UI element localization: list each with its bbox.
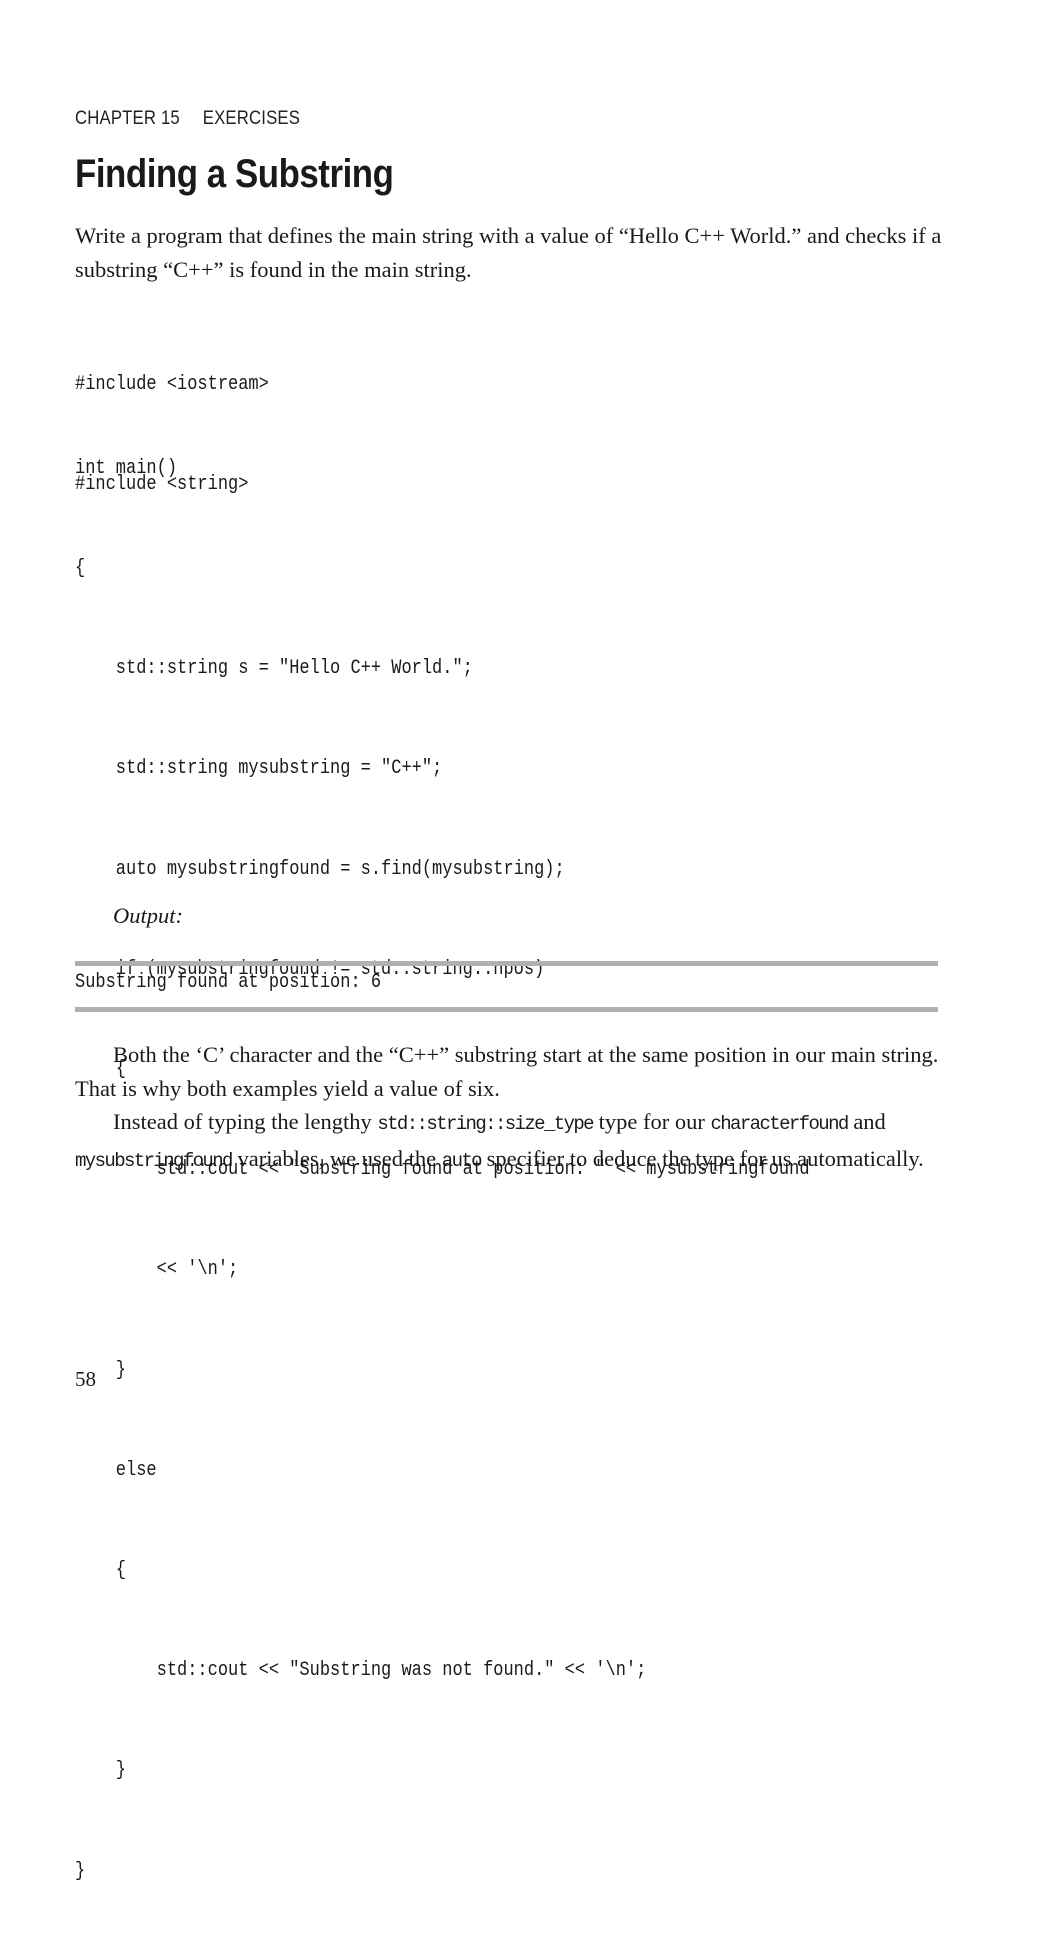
code-line: std::string mysubstring = "C++";: [75, 757, 443, 781]
code-line: std::cout << "Substring was not found." …: [75, 1659, 647, 1683]
code-line: std::string s = "Hello C++ World.";: [75, 657, 473, 681]
explanation-paragraph-1: Both the ‘C’ character and the “C++” sub…: [75, 1042, 939, 1101]
text-run: and: [847, 1109, 886, 1134]
code-line: {: [75, 1559, 127, 1583]
text-run: type for our: [592, 1109, 711, 1134]
inline-code: std::string::size_type: [377, 1113, 594, 1135]
inline-code: auto: [441, 1149, 483, 1172]
code-line: else: [75, 1458, 157, 1482]
code-line: }: [75, 1759, 127, 1783]
intro-paragraph: Write a program that defines the main st…: [75, 223, 942, 282]
code-line: << '\n';: [75, 1258, 239, 1282]
output-bottom-rule: [75, 1007, 938, 1012]
text-run: variables, we used the: [231, 1145, 442, 1171]
code-line: auto mysubstringfound = s.find(mysubstri…: [75, 857, 565, 881]
code-line: int main(): [75, 456, 178, 480]
text-run: specifier to deduce the type for us auto…: [481, 1145, 924, 1171]
page-number: 58: [75, 1367, 96, 1391]
section-label: EXERCISES: [202, 108, 301, 129]
code-line: }: [75, 1358, 127, 1382]
code-line: {: [75, 557, 86, 581]
book-page: CHAPTER 15 EXERCISES Finding a Substring …: [0, 0, 1050, 1883]
code-line: }: [75, 1859, 86, 1883]
output-label: Output:: [113, 903, 183, 928]
text-run: Instead of typing the lengthy: [113, 1109, 378, 1134]
inline-code: characterfound: [710, 1113, 849, 1135]
running-header: CHAPTER 15 EXERCISES: [75, 108, 300, 130]
section-title: Finding a Substring: [75, 152, 394, 196]
inline-code: mysubstringfound: [75, 1149, 233, 1172]
chapter-label: CHAPTER 15: [75, 108, 180, 129]
program-output: Substring found at position: 6: [75, 971, 382, 994]
explanation-paragraph-2: Instead of typing the lengthy std::strin…: [75, 1105, 955, 1178]
output-top-rule: [75, 961, 938, 966]
